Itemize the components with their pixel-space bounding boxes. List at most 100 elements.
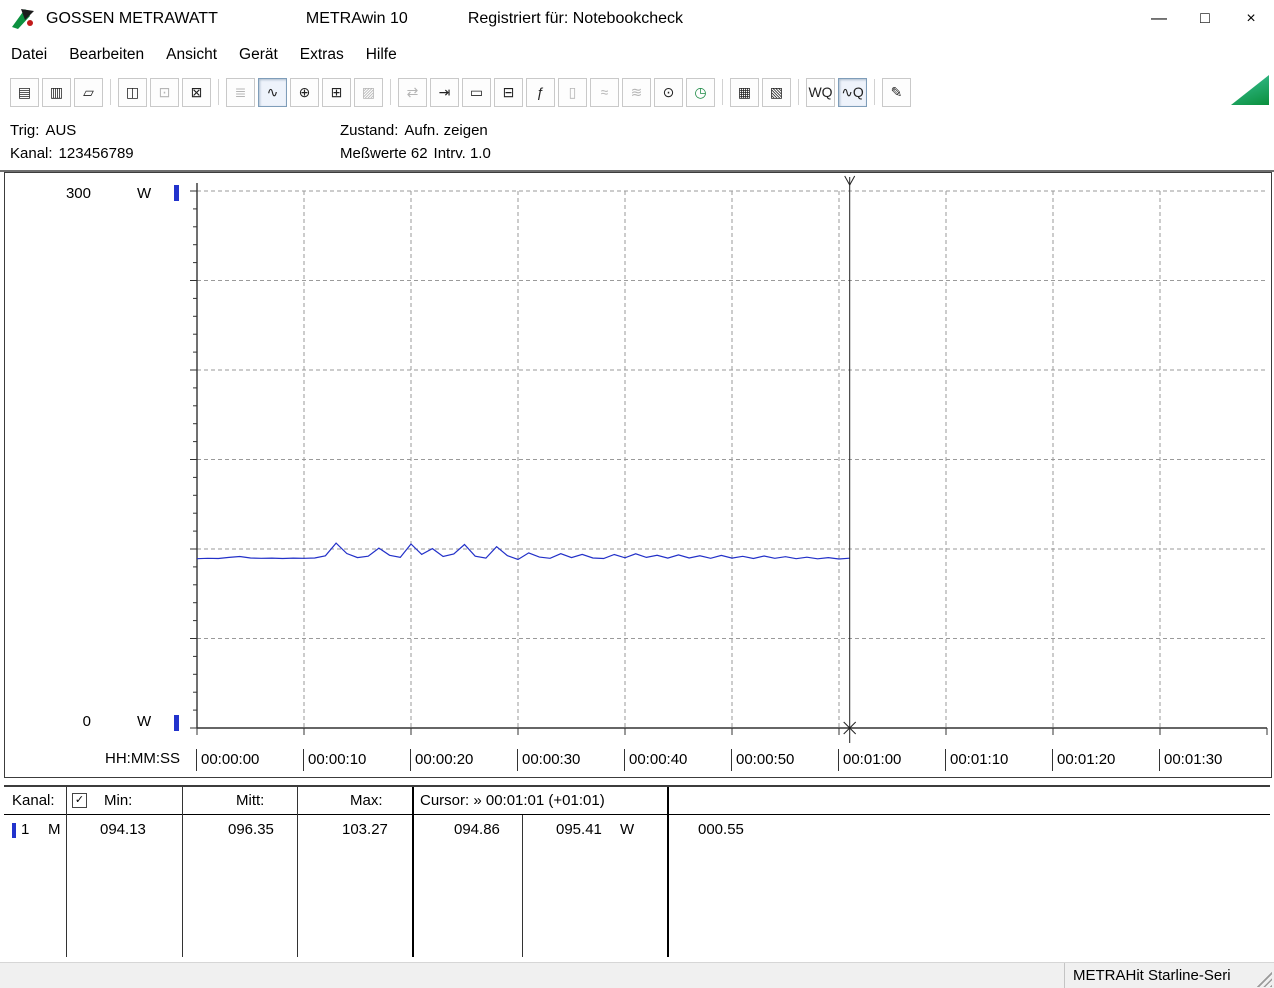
monitor-transfer-button[interactable]: ⇥: [430, 78, 459, 107]
title-bar: GOSSEN METRAWATT METRAwin 10 Registriert…: [0, 0, 1274, 38]
read-device-button[interactable]: ⊠: [182, 78, 211, 107]
formula-button[interactable]: ƒ: [526, 78, 555, 107]
monitor-view-button[interactable]: ⊟: [494, 78, 523, 107]
save-button[interactable]: ▤: [10, 78, 39, 107]
menu-item-extras[interactable]: Extras: [289, 42, 355, 68]
messwerte-value: Meßwerte 62: [340, 145, 428, 162]
waveform-a-icon: ≈: [601, 84, 609, 100]
channel-visible-checkbox[interactable]: ✓: [72, 793, 87, 808]
zoom-wave-button[interactable]: ∿Q: [838, 78, 867, 107]
vp-max-label: Max:: [350, 791, 383, 811]
menu-bar: DateiBearbeitenAnsichtGerätExtrasHilfe: [0, 38, 1274, 71]
x-tick-label: 00:00:00: [196, 749, 259, 771]
trend-view-button[interactable]: ∿: [258, 78, 287, 107]
waveform-b-icon: ≋: [631, 84, 643, 101]
print-button[interactable]: ▦: [730, 78, 759, 107]
status-info-bar: Trig:AUS Kanal:123456789 Zustand:Aufn. z…: [0, 113, 1274, 172]
toolbar-separator: [722, 79, 723, 105]
close-button[interactable]: ×: [1228, 0, 1274, 38]
vp-cursor2-value: 095.41: [556, 820, 602, 840]
zoom-values-icon: WQ: [808, 84, 832, 100]
open-icon: ▱: [83, 84, 94, 101]
vp-mitt-label: Mitt:: [236, 791, 264, 811]
trig-label: Trig:: [10, 122, 39, 139]
open-button[interactable]: ▱: [74, 78, 103, 107]
metrawin-window: GOSSEN METRAWATT METRAwin 10 Registriert…: [0, 0, 1274, 988]
scope-view-button[interactable]: ⊕: [290, 78, 319, 107]
read-device-icon: ⊠: [191, 84, 203, 101]
vp-header-divider: [4, 814, 1270, 815]
table-view-icon: ⊞: [331, 84, 343, 101]
toolbar: ▤ ▥ ▱ ◫ ⊡ ⊠ ≣ ∿ ⊕ ⊞ ▨ ⇄ ⇥ ▭ ⊟ ƒ ▯ ≈ ≋ ⊙ ◷ ▦ ▧ WQ ∿Q ✎: [0, 71, 1274, 113]
program-title: METRAwin 10: [306, 10, 408, 28]
print-preview-button[interactable]: ▧: [762, 78, 791, 107]
pc-display-button: ▯: [558, 78, 587, 107]
vp-unit-label: W: [620, 820, 634, 840]
timer-button[interactable]: ◷: [686, 78, 715, 107]
monitor-transfer-icon: ⇥: [439, 84, 451, 101]
vp-delta-value: 000.55: [698, 820, 744, 840]
zoom-values-button[interactable]: WQ: [806, 78, 835, 107]
menu-item-gerat[interactable]: Gerät: [228, 42, 289, 68]
menu-item-datei[interactable]: Datei: [0, 42, 58, 68]
vp-divider-2: [182, 787, 183, 957]
export-device-icon: ◫: [126, 84, 139, 101]
menu-item-hilfe[interactable]: Hilfe: [355, 42, 408, 68]
export-device-button[interactable]: ◫: [118, 78, 147, 107]
transfer-icon: ⇄: [407, 84, 419, 101]
cursor-top-marker: [845, 176, 850, 185]
monitor-view-icon: ⊟: [503, 84, 515, 101]
menu-item-ansicht[interactable]: Ansicht: [155, 42, 228, 68]
device-settings-button: ⊡: [150, 78, 179, 107]
print-preview-icon: ▧: [770, 84, 783, 101]
print-icon: ▦: [738, 84, 751, 101]
gossen-logo-icon: [10, 7, 36, 31]
trend-plot-svg: [5, 173, 1269, 747]
registered-for-label: Registriert für: Notebookcheck: [468, 10, 683, 28]
copy-channel-icon: ⊙: [663, 84, 675, 101]
x-tick-label: 00:01:10: [945, 749, 1008, 771]
kanal-label: Kanal:: [10, 145, 53, 162]
vp-mitt-value: 096.35: [228, 820, 274, 840]
vp-channel-number: 1: [21, 820, 29, 840]
transfer-button: ⇄: [398, 78, 427, 107]
formula-icon: ƒ: [537, 84, 545, 100]
numeric-view-icon: ≣: [235, 84, 247, 101]
vp-divider-5: [522, 815, 523, 957]
scale-icon: ▭: [470, 84, 483, 101]
vp-divider-4: [412, 787, 414, 957]
save-icon: ▤: [18, 84, 31, 101]
vp-divider-1: [66, 787, 67, 957]
tooltip-button[interactable]: ✎: [882, 78, 911, 107]
menu-item-bearbeiten[interactable]: Bearbeiten: [58, 42, 155, 68]
maximize-button[interactable]: □: [1182, 0, 1228, 38]
vp-cursor-label: Cursor: » 00:01:01 (+01:01): [420, 791, 605, 811]
histogram-view-icon: ▨: [362, 84, 375, 101]
device-status-label: METRAHit Starline-Seri: [1064, 963, 1267, 988]
vp-kanal-label: Kanal:: [12, 791, 55, 811]
zustand-value: Aufn. zeigen: [404, 122, 487, 139]
x-tick-label: 00:00:50: [731, 749, 794, 771]
histogram-view-button: ▨: [354, 78, 383, 107]
copy-channel-button[interactable]: ⊙: [654, 78, 683, 107]
vp-max-value: 103.27: [342, 820, 388, 840]
trig-value: AUS: [45, 122, 76, 139]
status-bar: METRAHit Starline-Seri: [0, 962, 1274, 988]
trend-series-line: [197, 543, 850, 559]
minimize-button[interactable]: —: [1136, 0, 1182, 38]
numeric-view-button: ≣: [226, 78, 255, 107]
channel-1-color-marker: [12, 823, 16, 838]
scale-button[interactable]: ▭: [462, 78, 491, 107]
vp-min-label: Min:: [104, 791, 132, 811]
app-title: GOSSEN METRAWATT: [46, 10, 218, 28]
scope-view-icon: ⊕: [299, 84, 311, 101]
zoom-wave-icon: ∿Q: [841, 84, 864, 101]
toolbar-separator: [110, 79, 111, 105]
cursor-values-panel: Kanal: ✓ Min: Mitt: Max: Cursor: » 00:01…: [4, 785, 1270, 957]
table-view-button[interactable]: ⊞: [322, 78, 351, 107]
vp-divider-6: [667, 787, 669, 957]
toolbar-separator: [390, 79, 391, 105]
vp-cursor1-value: 094.86: [454, 820, 500, 840]
save-as-button[interactable]: ▥: [42, 78, 71, 107]
vp-divider-3: [297, 787, 298, 957]
